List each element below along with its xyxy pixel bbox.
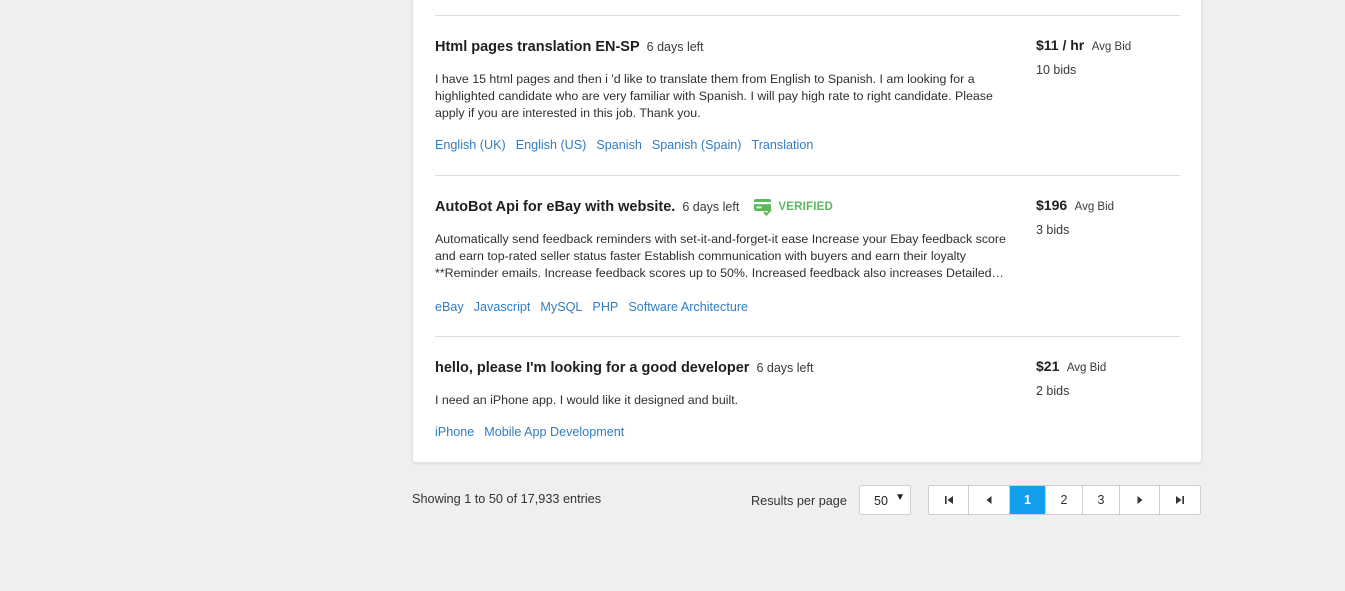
verified-badge: VERIFIED bbox=[753, 197, 833, 217]
avg-bid-label: Avg Bid bbox=[1091, 41, 1132, 53]
next-page-button[interactable] bbox=[1120, 486, 1160, 514]
skill-tag-link[interactable]: Spanish bbox=[596, 138, 642, 152]
project-title-row: Html pages translation EN-SP 6 days left bbox=[435, 37, 704, 57]
avg-bid-label: Avg Bid bbox=[1074, 201, 1115, 213]
divider bbox=[435, 175, 1180, 176]
project-title-link[interactable]: AutoBot Api for eBay with website. bbox=[435, 199, 675, 215]
bid-count: 2 bids bbox=[1036, 384, 1070, 398]
avg-bid-label: Avg Bid bbox=[1066, 362, 1107, 374]
project-list-card: Html pages translation EN-SP 6 days left… bbox=[412, 0, 1202, 463]
skill-tag-link[interactable]: Spanish (Spain) bbox=[652, 138, 742, 152]
prev-page-icon bbox=[986, 496, 992, 504]
skill-tag-link[interactable]: iPhone bbox=[435, 425, 474, 439]
bid-count: 3 bids bbox=[1036, 223, 1070, 237]
project-title-row: hello, please I'm looking for a good dev… bbox=[435, 358, 813, 378]
bid-count: 10 bids bbox=[1036, 63, 1077, 77]
project-title-link[interactable]: Html pages translation EN-SP bbox=[435, 39, 640, 55]
last-page-icon bbox=[1176, 496, 1184, 504]
skill-tag-link[interactable]: Javascript bbox=[474, 300, 531, 314]
divider bbox=[435, 336, 1180, 337]
skill-tag-link[interactable]: English (US) bbox=[516, 138, 587, 152]
results-per-page-select[interactable]: 50 ▼ bbox=[859, 485, 911, 515]
results-per-page-value: 50 bbox=[874, 494, 888, 508]
last-page-button[interactable] bbox=[1160, 486, 1200, 514]
avg-bid: $21 Avg Bid bbox=[1036, 358, 1106, 376]
skill-tag-link[interactable]: Mobile App Development bbox=[484, 425, 624, 439]
caret-down-icon: ▼ bbox=[895, 492, 905, 503]
page-3-button[interactable]: 3 bbox=[1083, 486, 1120, 514]
project-description: Automatically send feedback reminders wi… bbox=[435, 232, 1006, 280]
next-page-icon bbox=[1137, 496, 1142, 504]
skill-tags: eBay Javascript MySQL PHP Software Archi… bbox=[435, 300, 758, 314]
skill-tag-link[interactable]: eBay bbox=[435, 300, 464, 314]
divider bbox=[435, 15, 1180, 16]
skill-tag-link[interactable]: PHP bbox=[592, 300, 618, 314]
first-page-button[interactable] bbox=[929, 486, 969, 514]
skill-tag-link[interactable]: English (UK) bbox=[435, 138, 506, 152]
verified-card-icon bbox=[754, 199, 773, 216]
first-page-icon bbox=[944, 496, 953, 504]
skill-tags: iPhone Mobile App Development bbox=[435, 425, 634, 439]
pagination: 1 2 3 bbox=[928, 485, 1201, 515]
project-title-link[interactable]: hello, please I'm looking for a good dev… bbox=[435, 360, 749, 376]
avg-bid-amount: $21 bbox=[1036, 358, 1060, 374]
avg-bid: $11 / hr Avg Bid bbox=[1036, 37, 1131, 55]
prev-page-button[interactable] bbox=[969, 486, 1010, 514]
page-2-button[interactable]: 2 bbox=[1046, 486, 1083, 514]
results-per-page-label: Results per page bbox=[751, 494, 847, 508]
verified-label: VERIFIED bbox=[778, 201, 833, 213]
project-title-row: AutoBot Api for eBay with website. 6 day… bbox=[435, 197, 833, 217]
days-left: 6 days left bbox=[682, 200, 740, 214]
days-left: 6 days left bbox=[646, 40, 704, 54]
avg-bid-amount: $11 / hr bbox=[1036, 37, 1085, 53]
skill-tag-link[interactable]: Translation bbox=[752, 138, 814, 152]
page-1-button[interactable]: 1 bbox=[1010, 486, 1046, 514]
entries-summary: Showing 1 to 50 of 17,933 entries bbox=[412, 492, 602, 506]
skill-tag-link[interactable]: Software Architecture bbox=[628, 300, 748, 314]
avg-bid-amount: $196 bbox=[1036, 197, 1068, 213]
project-description: I have 15 html pages and then i 'd like … bbox=[435, 72, 993, 120]
skill-tags: English (UK) English (US) Spanish Spanis… bbox=[435, 138, 823, 152]
avg-bid: $196 Avg Bid bbox=[1036, 197, 1114, 215]
skill-tag-link[interactable]: MySQL bbox=[540, 300, 582, 314]
days-left: 6 days left bbox=[756, 361, 814, 375]
project-description: I need an iPhone app. I would like it de… bbox=[435, 393, 739, 407]
